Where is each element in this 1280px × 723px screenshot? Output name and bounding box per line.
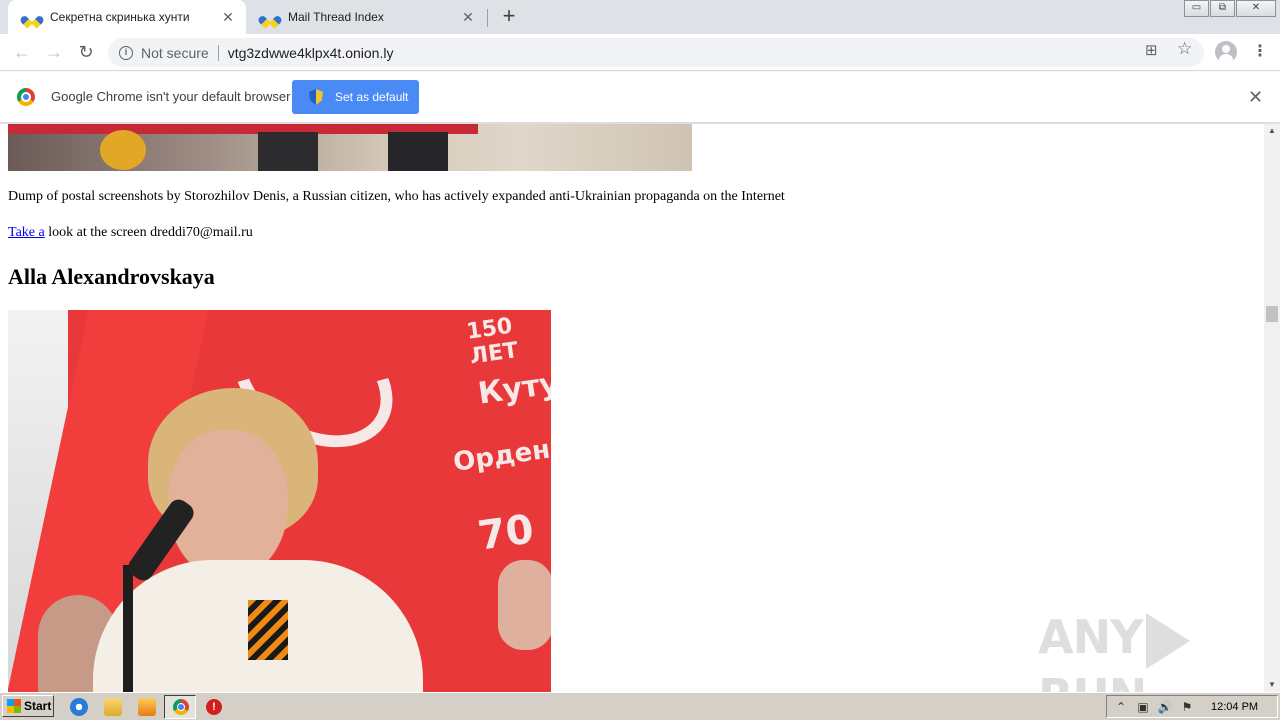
flag-text: Кутуз <box>476 363 551 412</box>
bookmark-star-icon[interactable]: ☆ <box>1177 39 1192 59</box>
restore-button[interactable]: ⧉ <box>1210 0 1235 17</box>
ukraine-heart-icon <box>24 10 40 24</box>
caption-text: Dump of postal screenshots by Storozhilo… <box>8 189 785 204</box>
set-as-default-label: Set as default <box>335 90 409 104</box>
start-button[interactable]: Start <box>2 695 54 717</box>
network-icon[interactable]: ▣ <box>1135 699 1151 715</box>
tab-mail-thread-index[interactable]: Mail Thread Index ✕ <box>246 0 486 34</box>
alla-alexandrovskaya-photo: 150 ЛЕТ Кутуз Ордена 70 <box>8 310 551 692</box>
chrome-taskbar-button[interactable] <box>164 695 196 719</box>
system-tray: ⌃ ▣ 🔊 ⚑ 12:04 PM <box>1106 695 1278 718</box>
person-heading: Alla Alexandrovskaya <box>8 264 215 289</box>
flag-text: 150 ЛЕТ <box>464 313 520 370</box>
new-tab-button[interactable]: + <box>498 5 520 28</box>
watermark-left: ANY <box>1038 610 1143 664</box>
protest-photo-bottom <box>8 124 692 171</box>
photo-hand <box>498 560 551 650</box>
ukraine-heart-icon <box>262 10 278 24</box>
chrome-logo-icon <box>17 88 35 106</box>
page-scrollbar[interactable]: ▲ ▼ <box>1264 124 1280 692</box>
take-a-look-link[interactable]: Take a <box>8 225 45 240</box>
explorer-folder-icon[interactable] <box>104 698 122 716</box>
mic-stand <box>123 565 133 692</box>
window-controls: ▭ ⧉ ✕ <box>1183 0 1276 18</box>
page-content: Dump of postal screenshots by Storozhilo… <box>0 124 1264 692</box>
media-player-icon[interactable] <box>138 698 156 716</box>
flag-text: 70 <box>475 506 537 560</box>
uac-shield-icon <box>309 89 323 105</box>
close-window-button[interactable]: ✕ <box>1236 0 1276 17</box>
photo-figure-legs <box>258 132 318 171</box>
scroll-up-arrow-icon[interactable]: ▲ <box>1264 124 1280 138</box>
omnibox-divider <box>217 44 219 61</box>
internet-explorer-icon[interactable] <box>70 698 88 716</box>
action-center-flag-icon[interactable]: ⚑ <box>1179 699 1195 715</box>
tab-close-icon[interactable]: ✕ <box>220 9 236 25</box>
scroll-thumb[interactable] <box>1266 306 1278 322</box>
st-george-ribbon <box>248 600 288 660</box>
infobar-close-icon[interactable]: ✕ <box>1248 87 1263 108</box>
minimize-button[interactable]: ▭ <box>1184 0 1209 17</box>
info-icon[interactable]: i <box>119 45 133 60</box>
tab-close-icon[interactable]: ✕ <box>460 9 476 25</box>
menu-icon[interactable]: ⋮ <box>1252 42 1268 62</box>
mail-line-text: look at the screen dreddi70@mail.ru <box>44 225 253 240</box>
tab-separator <box>487 9 488 27</box>
set-as-default-button[interactable]: Set as default <box>292 80 419 114</box>
tab-secret-box[interactable]: Секретна скринька хунти ✕ <box>8 0 246 34</box>
address-bar[interactable]: i Not secure vtg3zdwwe4klpx4t.onion.ly <box>108 38 1204 67</box>
flag-text: Ордена <box>451 432 551 478</box>
back-button[interactable]: ← <box>10 41 34 65</box>
forward-button[interactable]: → <box>42 41 66 65</box>
chrome-icon <box>173 699 189 715</box>
volume-icon[interactable]: 🔊 <box>1157 699 1173 715</box>
tab-title: Mail Thread Index <box>288 10 384 24</box>
play-icon <box>1146 612 1191 669</box>
show-hidden-icons-icon[interactable]: ⌃ <box>1113 699 1129 715</box>
reload-button[interactable]: ↻ <box>74 41 98 65</box>
url-text[interactable]: vtg3zdwwe4klpx4t.onion.ly <box>228 45 394 61</box>
tab-title: Секретна скринька хунти <box>50 10 190 24</box>
default-browser-infobar: Google Chrome isn't your default browser… <box>0 72 1280 123</box>
mail-line: Take a look at the screen dreddi70@mail.… <box>8 225 253 241</box>
infobar-message: Google Chrome isn't your default browser <box>51 89 291 104</box>
stop-icon[interactable]: ! <box>206 699 222 715</box>
security-label[interactable]: Not secure <box>141 45 209 61</box>
start-label: Start <box>24 699 52 713</box>
photo-smiley-badge <box>100 130 146 170</box>
tab-strip: Секретна скринька хунти ✕ Mail Thread In… <box>0 0 1280 34</box>
windows-logo-icon <box>7 699 21 713</box>
taskbar-clock[interactable]: 12:04 PM <box>1211 701 1258 713</box>
photo-figure-legs <box>388 132 448 171</box>
browser-toolbar: ← → ↻ i Not secure vtg3zdwwe4klpx4t.onio… <box>0 34 1280 71</box>
translate-icon[interactable]: ⊞ <box>1145 41 1158 59</box>
windows-taskbar: Start ! ⌃ ▣ 🔊 ⚑ 12:04 PM <box>0 692 1280 720</box>
profile-avatar-icon[interactable] <box>1215 41 1237 63</box>
